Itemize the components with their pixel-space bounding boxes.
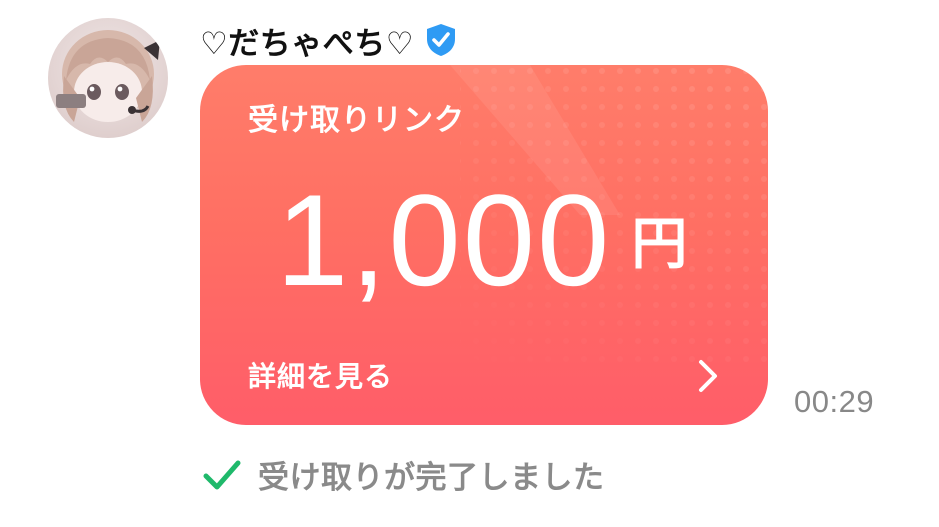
chat-message-screen: ♡だちゃぺち♡ 受け取りリンク 1,000 円 詳細を見る 00:29 受け取り… — [0, 0, 939, 527]
check-icon — [203, 460, 241, 489]
card-title: 受け取りリンク — [248, 103, 465, 138]
currency-unit: 円 — [631, 212, 688, 277]
sender-name[interactable]: ♡だちゃぺち♡ — [200, 18, 414, 63]
amount-display: 1,000 円 — [276, 175, 687, 305]
sender-header: ♡だちゃぺち♡ — [200, 18, 458, 63]
receive-link-card[interactable]: 受け取りリンク 1,000 円 詳細を見る — [200, 65, 768, 425]
avatar[interactable] — [48, 18, 168, 138]
details-link[interactable]: 詳細を見る — [248, 355, 393, 395]
avatar-illustration — [56, 30, 160, 122]
chevron-right-icon[interactable] — [694, 358, 722, 394]
verified-shield-icon — [427, 24, 456, 56]
status-text: 受け取りが完了しました — [258, 460, 605, 496]
amount-value: 1,000 — [276, 167, 612, 313]
receive-status: 受け取りが完了しました — [200, 452, 605, 497]
message-timestamp: 00:29 — [794, 384, 875, 419]
